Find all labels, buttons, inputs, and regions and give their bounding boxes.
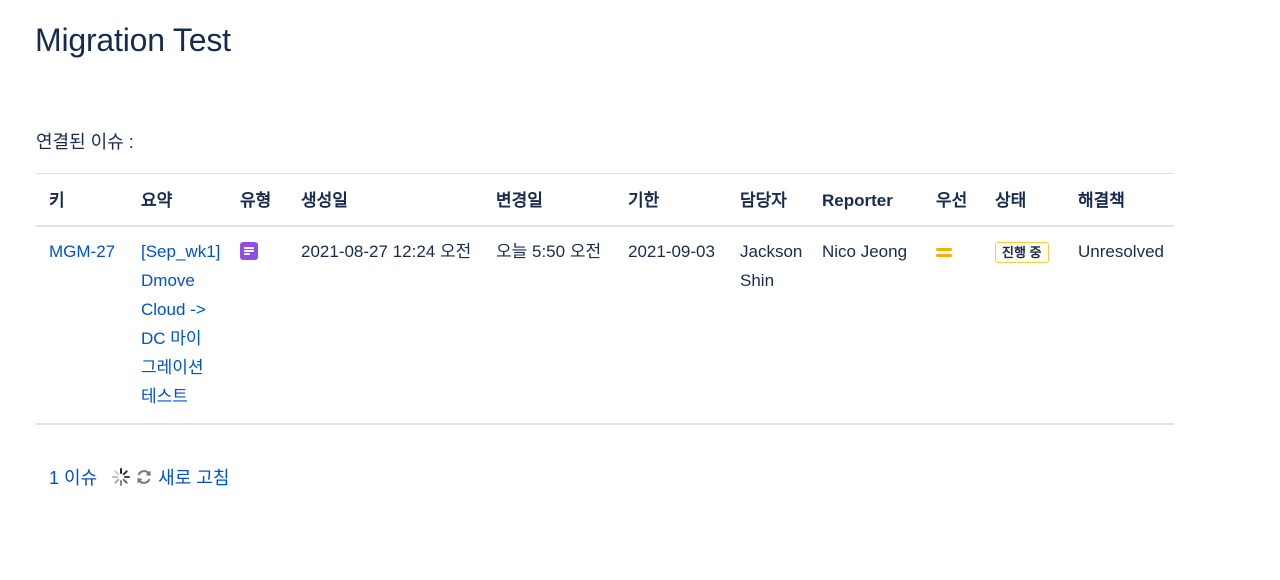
story-icon [240, 242, 258, 260]
table-header-row: 키 요약 유형 생성일 변경일 기한 담당자 Reporter 우선 상태 해결… [36, 173, 1174, 227]
cell-assignee: Jackson Shin [740, 242, 803, 290]
status-badge: 진행 중 [995, 242, 1049, 263]
issue-key-link[interactable]: MGM-27 [49, 242, 115, 261]
priority-medium-icon [936, 246, 952, 258]
cell-type [227, 226, 288, 424]
column-header-key[interactable]: 키 [36, 174, 128, 227]
table-footer: 1 이슈 새로 고침 [49, 464, 229, 490]
column-header-resolution[interactable]: 해결책 [1065, 174, 1174, 227]
column-header-assignee[interactable]: 담당자 [727, 174, 809, 227]
cell-updated: 오늘 5:50 오전 [496, 242, 602, 261]
cell-reporter: Nico Jeong [822, 242, 908, 261]
refresh-icon[interactable] [135, 468, 153, 486]
cell-priority [923, 226, 982, 424]
column-header-type[interactable]: 유형 [227, 174, 288, 227]
cell-created: 2021-08-27 12:24 오전 [301, 242, 472, 261]
column-header-priority[interactable]: 우선 [923, 174, 982, 227]
column-header-updated[interactable]: 변경일 [483, 174, 615, 227]
column-header-due[interactable]: 기한 [615, 174, 727, 227]
refresh-link[interactable]: 새로 고침 [158, 464, 229, 490]
column-header-status[interactable]: 상태 [982, 174, 1065, 227]
column-header-reporter[interactable]: Reporter [809, 174, 923, 227]
cell-status: 진행 중 [982, 226, 1065, 424]
column-header-created[interactable]: 생성일 [288, 174, 483, 227]
cell-key: MGM-27 [36, 226, 128, 424]
issue-macro-page: Migration Test 연결된 이슈 : 키 요약 유형 생성일 변경일 … [0, 0, 1280, 580]
cell-summary: [Sep_wk1] Dmove Cloud -> DC 마이그레이션 테스트 [128, 226, 227, 424]
cell-due: 2021-09-03 [628, 242, 715, 261]
issue-summary-link[interactable]: [Sep_wk1] Dmove Cloud -> DC 마이그레이션 테스트 [141, 242, 220, 406]
table-row: MGM-27 [Sep_wk1] Dmove Cloud -> DC 마이그레이… [36, 226, 1174, 424]
linked-issues-label: 연결된 이슈 : [36, 132, 134, 152]
issue-count-link[interactable]: 1 이슈 [49, 464, 97, 490]
column-header-summary[interactable]: 요약 [128, 174, 227, 227]
page-title: Migration Test [35, 22, 231, 58]
cell-resolution: Unresolved [1078, 242, 1164, 261]
loading-spinner-icon [112, 468, 131, 486]
issues-table: 키 요약 유형 생성일 변경일 기한 담당자 Reporter 우선 상태 해결… [36, 173, 1174, 425]
